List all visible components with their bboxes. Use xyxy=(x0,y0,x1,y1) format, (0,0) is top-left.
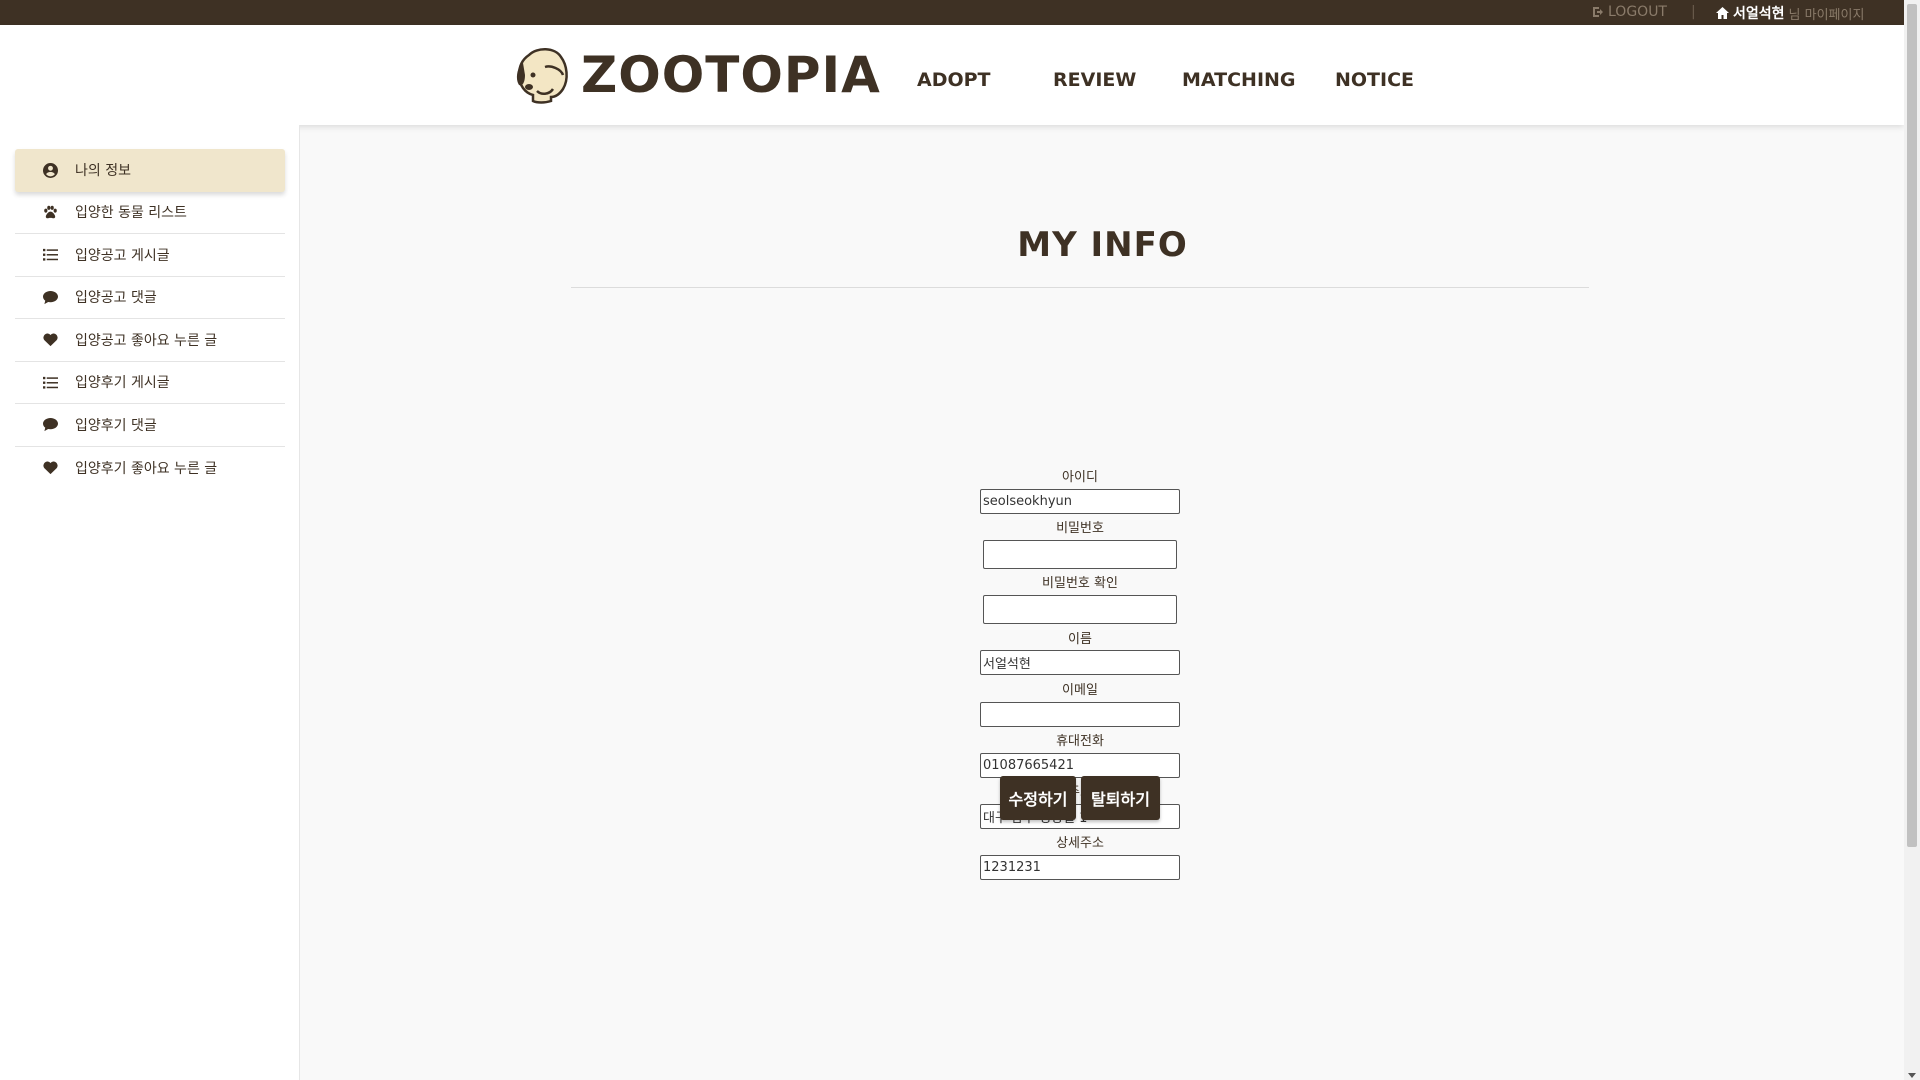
logout-icon xyxy=(1593,7,1603,17)
sidebar-item-label: 입양후기 댓글 xyxy=(75,417,157,434)
site-logo[interactable]: ZOOTOPIA xyxy=(515,45,881,105)
mypage-label: 님 마이페이지 xyxy=(1788,7,1865,23)
sidebar-item-review-posts[interactable]: 입양후기 게시글 xyxy=(15,362,285,404)
sidebar-item-label: 입양공고 게시글 xyxy=(75,247,170,264)
heart-icon xyxy=(41,460,59,476)
password-confirm-label: 비밀번호 확인 xyxy=(1042,576,1118,591)
mypage-sidebar: 나의 정보 입양한 동물 리스트 입양공고 게시글 입양공고 댓글 입양공고 좋… xyxy=(0,125,300,1080)
logo-text: ZOOTOPIA xyxy=(581,46,881,104)
site-header: ZOOTOPIA ADOPT REVIEW MATCHING NOTICE xyxy=(0,25,1904,125)
sidebar-item-label: 입양후기 좋아요 누른 글 xyxy=(75,460,218,477)
sidebar-item-adopt-posts[interactable]: 입양공고 게시글 xyxy=(15,234,285,277)
mypage-link[interactable]: 서얼석현 님 마이페이지 xyxy=(1716,3,1864,23)
password-confirm-input[interactable] xyxy=(983,595,1177,624)
list-icon xyxy=(41,247,59,263)
sidebar-item-label: 입양후기 게시글 xyxy=(75,375,170,392)
name-label: 이름 xyxy=(1068,632,1092,647)
nav-adopt[interactable]: ADOPT xyxy=(917,69,991,91)
sidebar-item-label: 입양한 동물 리스트 xyxy=(75,205,187,222)
sidebar-item-review-likes[interactable]: 입양후기 좋아요 누른 글 xyxy=(15,447,285,490)
title-divider xyxy=(571,287,1589,288)
nav-notice[interactable]: NOTICE xyxy=(1335,69,1414,91)
username: 서얼석현 xyxy=(1733,6,1785,22)
page-scrollbar[interactable] xyxy=(1904,0,1920,1080)
address-detail-input[interactable] xyxy=(980,855,1180,880)
sidebar-item-label: 입양공고 좋아요 누른 글 xyxy=(75,332,218,349)
withdraw-button[interactable]: 탈퇴하기 xyxy=(1081,776,1160,820)
home-icon xyxy=(1716,7,1729,19)
email-input[interactable] xyxy=(980,702,1180,727)
id-input[interactable] xyxy=(980,489,1180,514)
sidebar-item-adopt-comments[interactable]: 입양공고 댓글 xyxy=(15,277,285,319)
main-content: MY INFO 아이디 비밀번호 비밀번호 확인 이름 이메일 휴대전화 주소 … xyxy=(301,125,1904,1080)
sidebar-item-label: 나의 정보 xyxy=(75,163,131,180)
sidebar-menu: 나의 정보 입양한 동물 리스트 입양공고 게시글 입양공고 댓글 입양공고 좋… xyxy=(15,149,285,489)
nav-review[interactable]: REVIEW xyxy=(1053,69,1136,91)
password-input[interactable] xyxy=(983,540,1177,569)
sidebar-item-label: 입양공고 댓글 xyxy=(75,290,157,307)
sidebar-item-adopted-animals[interactable]: 입양한 동물 리스트 xyxy=(15,192,285,234)
logout-link[interactable]: LOGOUT xyxy=(1592,4,1667,20)
scroll-down-arrow-icon[interactable] xyxy=(1908,1073,1916,1078)
address-detail-label: 상세주소 xyxy=(1056,836,1104,851)
sidebar-item-my-info[interactable]: 나의 정보 xyxy=(15,149,285,192)
sidebar-item-adopt-likes[interactable]: 입양공고 좋아요 누른 글 xyxy=(15,319,285,362)
logout-label: LOGOUT xyxy=(1608,4,1667,20)
scrollbar-thumb[interactable] xyxy=(1907,4,1917,847)
top-utility-bar: LOGOUT | 서얼석현 님 마이페이지 xyxy=(0,0,1904,25)
name-input[interactable] xyxy=(980,650,1180,675)
comment-icon xyxy=(41,417,59,433)
list-icon xyxy=(41,374,59,390)
paw-icon xyxy=(41,204,59,220)
dog-logo-icon xyxy=(516,48,568,104)
phone-input[interactable] xyxy=(980,753,1180,778)
phone-label: 휴대전화 xyxy=(1056,734,1104,749)
id-label: 아이디 xyxy=(1062,470,1098,485)
password-label: 비밀번호 xyxy=(1056,521,1104,536)
edit-button[interactable]: 수정하기 xyxy=(1000,776,1076,820)
sidebar-item-review-comments[interactable]: 입양후기 댓글 xyxy=(15,404,285,447)
email-label: 이메일 xyxy=(1062,683,1098,698)
nav-matching[interactable]: MATCHING xyxy=(1182,69,1296,91)
heart-icon xyxy=(41,332,59,348)
topbar-separator: | xyxy=(1691,4,1696,20)
user-circle-icon xyxy=(41,162,59,178)
comment-icon xyxy=(41,289,59,305)
page-title: MY INFO xyxy=(1017,225,1188,265)
